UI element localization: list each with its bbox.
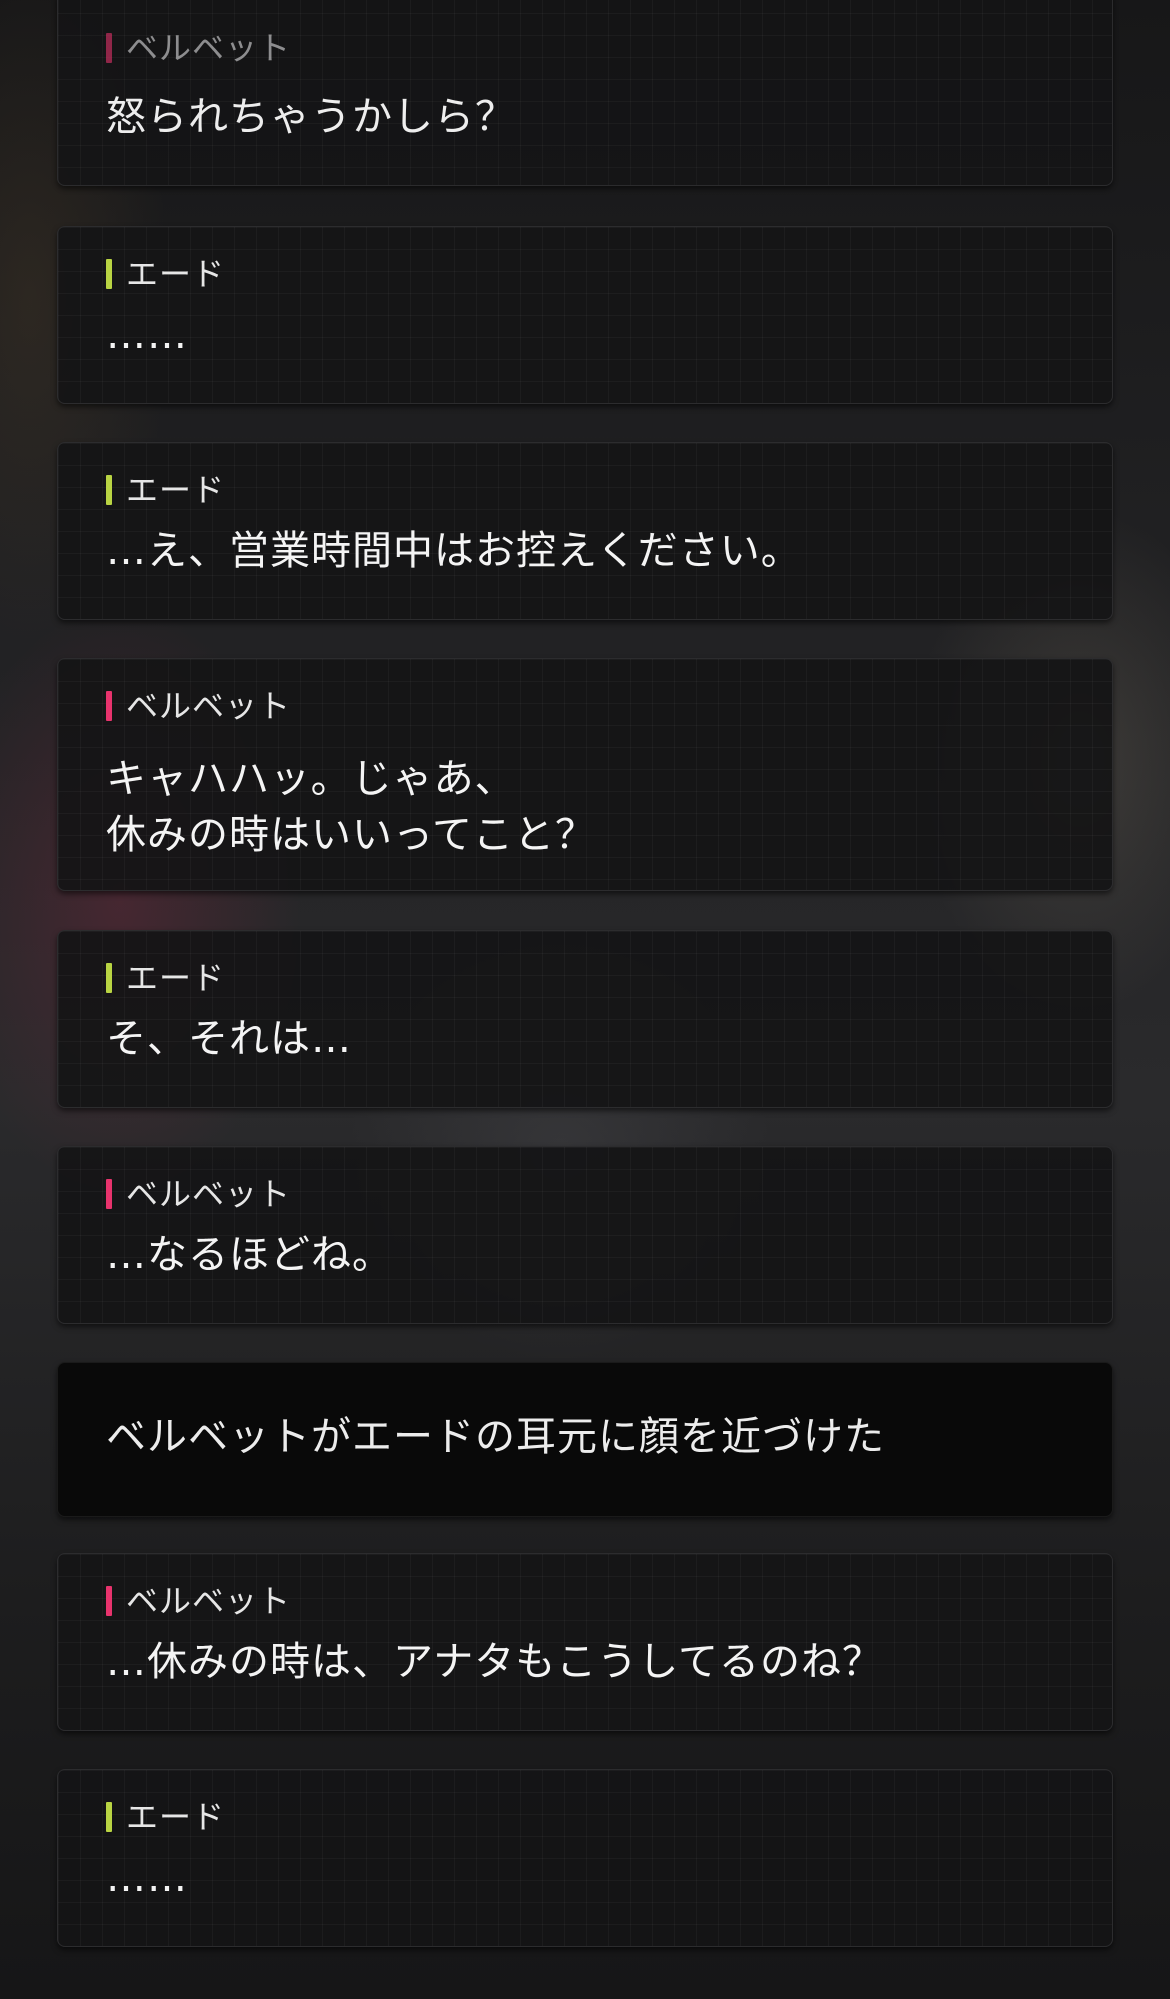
dialogue-text: …… [106,1855,188,1901]
speaker-color-bar [106,963,112,993]
speaker-tag: ベルベット [106,689,291,723]
speaker-color-bar [106,475,112,505]
speaker-name: エード [126,959,226,997]
narration-text: ベルベットがエードの耳元に顔を近づけた [106,1414,885,1460]
speaker-name: ベルベット [126,1582,292,1620]
speaker-color-bar [106,1802,112,1832]
dialogue-entry: ベルベット キャハハッ。じゃあ、 休みの時はいいってこと？ [57,658,1113,891]
speaker-tag: ベルベット [106,31,291,65]
dialogue-entry: エード …… [57,1769,1113,1947]
dialogue-entry: エード …え、営業時間中はお控えください。 [57,442,1113,620]
dialogue-text: …… [106,312,188,358]
speaker-color-bar [106,33,112,63]
dialogue-entry: ベルベット 怒られちゃうかしら？ [57,0,1113,186]
speaker-tag: エード [106,257,225,291]
speaker-color-bar [106,691,112,721]
dialogue-entry: エード そ、それは… [57,930,1113,1108]
speaker-name: ベルベット [126,1175,292,1213]
dialogue-entry: エード …… [57,226,1113,404]
speaker-color-bar [106,1586,112,1616]
narration-entry: ベルベットがエードの耳元に顔を近づけた [57,1362,1113,1517]
dialogue-text: …なるほどね。 [106,1232,393,1278]
dialogue-text: 怒られちゃうかしら？ [106,94,516,140]
dialogue-text: …休みの時は、アナタもこうしてるのね？ [106,1639,883,1685]
speaker-tag: ベルベット [106,1177,291,1211]
speaker-name: エード [126,255,226,293]
speaker-name: エード [126,1798,226,1836]
dialogue-text: キャハハッ。じゃあ、 休みの時はいいってこと？ [106,756,596,858]
speaker-name: ベルベット [126,687,292,725]
speaker-tag: エード [106,473,225,507]
speaker-name: ベルベット [126,29,292,67]
speaker-tag: ベルベット [106,1584,291,1618]
dialogue-text: そ、それは… [106,1016,352,1062]
speaker-color-bar [106,1179,112,1209]
speaker-name: エード [126,471,226,509]
dialogue-entry: ベルベット …休みの時は、アナタもこうしてるのね？ [57,1553,1113,1731]
dialogue-entry: ベルベット …なるほどね。 [57,1146,1113,1324]
speaker-tag: エード [106,961,225,995]
dialogue-text: …え、営業時間中はお控えください。 [106,528,802,574]
speaker-tag: エード [106,1800,225,1834]
speaker-color-bar [106,259,112,289]
